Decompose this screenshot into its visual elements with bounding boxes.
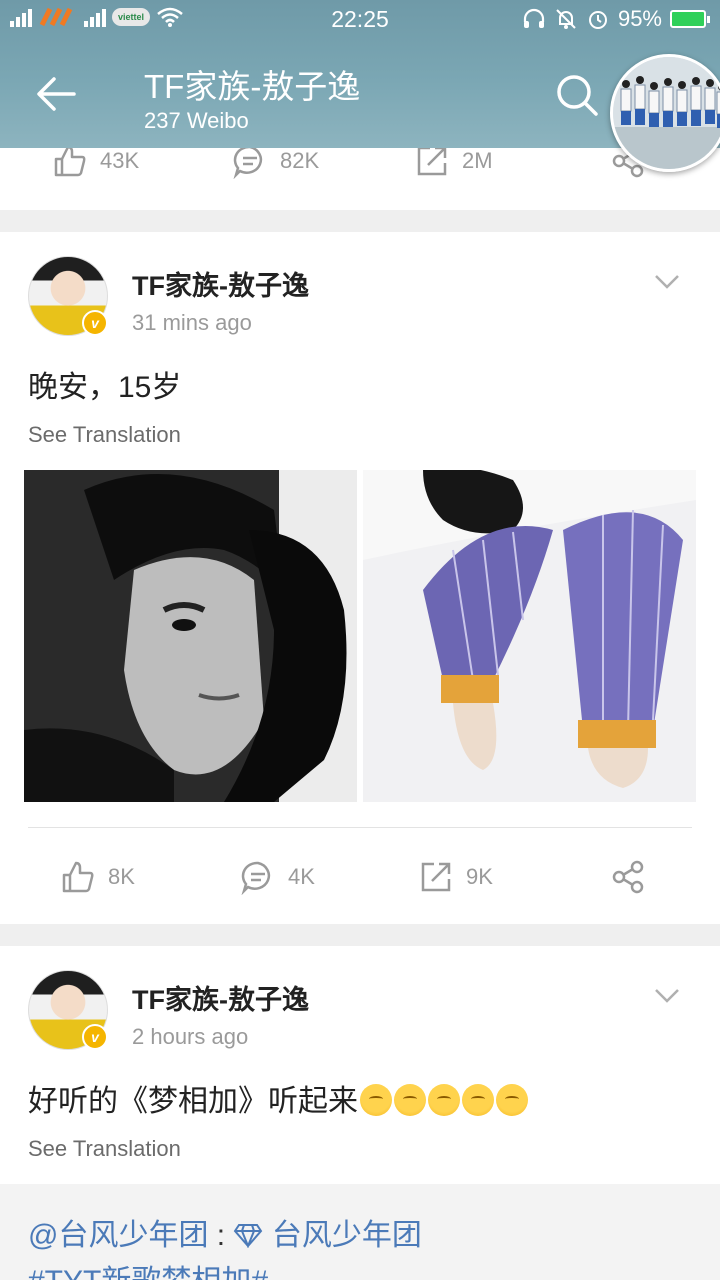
quote-name-link[interactable]: 台风少年团 (272, 1219, 422, 1252)
post-text: 晚安，15岁 (28, 371, 182, 404)
share-button[interactable] (610, 842, 646, 912)
blush-emoji-icon (496, 1084, 528, 1116)
post-text: 好听的《梦相加》听起来 (28, 1076, 528, 1120)
sleeve-photo-icon (363, 470, 696, 802)
comment-icon (241, 861, 271, 895)
repost-icon (421, 862, 451, 892)
post-text-body: 好听的《梦相加》听起来 (28, 1085, 358, 1118)
arrow-left-icon (37, 77, 76, 111)
prev-comment-count: 82K (280, 148, 320, 173)
repost-button[interactable]: 9K (418, 842, 493, 912)
post-author[interactable]: TF家族-敖子逸 (132, 978, 309, 1017)
group-photo-icon (613, 57, 720, 169)
quote-separator: : (208, 1219, 226, 1252)
post-time: 2 hours ago (132, 1024, 249, 1049)
headset-icon (522, 8, 546, 30)
header-avatar[interactable] (610, 54, 720, 172)
status-bar: viettel 22:25 95% (0, 0, 720, 38)
blush-emoji-icon (462, 1084, 494, 1116)
see-translation-link[interactable]: See Translation (28, 422, 181, 448)
prev-post-card: 43K 82K 2M (0, 144, 720, 210)
thumbs-up-icon (62, 861, 94, 893)
alarm-icon (586, 8, 610, 30)
repost-count: 9K (466, 864, 493, 889)
thumbs-up-icon (54, 145, 86, 177)
chevron-down-icon[interactable] (654, 988, 680, 1004)
battery-percent: 95% (617, 6, 662, 31)
prev-like-count: 43K (100, 148, 140, 173)
search-icon (557, 75, 598, 116)
status-right: 95% (522, 6, 710, 32)
blush-emoji-icon (360, 1084, 392, 1116)
post-photo-2[interactable] (363, 470, 696, 802)
verified-badge: v (82, 1024, 108, 1050)
search-button[interactable] (554, 72, 600, 118)
quote-hashtag[interactable]: #TYT新歌梦相加# (28, 1256, 268, 1280)
post-actions: 8K 4K 9K (0, 842, 720, 912)
blush-emoji-icon (428, 1084, 460, 1116)
like-button[interactable]: 8K (60, 842, 135, 912)
post-time: 31 mins ago (132, 310, 252, 335)
weibo-count: 237 Weibo (144, 108, 249, 133)
comment-icon (233, 145, 263, 179)
share-icon (612, 860, 644, 894)
battery-icon (670, 10, 710, 28)
post-divider (28, 827, 692, 828)
mute-bell-icon (554, 8, 578, 30)
back-button[interactable] (30, 68, 82, 120)
like-count: 8K (108, 864, 135, 889)
quote-header: @台风少年团 : 台风少年团 (28, 1210, 422, 1254)
post-photo-1[interactable] (24, 470, 357, 802)
quote-user-link[interactable]: @台风少年团 (28, 1219, 208, 1252)
see-translation-link[interactable]: See Translation (28, 1136, 181, 1162)
page-title: TF家族-敖子逸 (144, 68, 361, 105)
repost-icon (417, 146, 447, 176)
comment-button[interactable]: 4K (240, 842, 315, 912)
verified-badge: v (82, 310, 108, 336)
chevron-down-icon[interactable] (654, 274, 680, 290)
comment-count: 4K (288, 864, 315, 889)
portrait-photo-icon (24, 470, 357, 802)
blush-emoji-icon (394, 1084, 426, 1116)
weibo-profile-screen: viettel 22:25 95% TF家族-敖子逸 237 Weibo 43K… (0, 0, 720, 1280)
prev-repost-count: 2M (462, 148, 493, 173)
diamond-icon (234, 1224, 263, 1249)
post-author[interactable]: TF家族-敖子逸 (132, 264, 309, 303)
